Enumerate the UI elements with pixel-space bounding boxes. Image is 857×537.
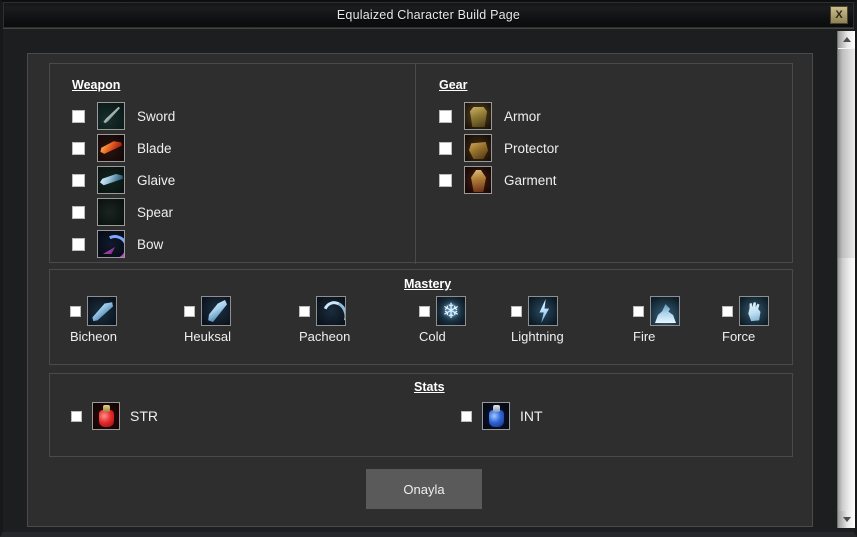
checkbox-garment[interactable]	[439, 173, 452, 187]
weapon-option-bow[interactable]: Bow	[72, 228, 175, 260]
gear-option-armor[interactable]: Armor	[439, 100, 559, 132]
title-bar: Equlaized Character Build Page X	[3, 2, 854, 30]
weapon-legend: Weapon	[72, 78, 121, 92]
checkbox-protector[interactable]	[439, 141, 452, 155]
checkbox-sword[interactable]	[72, 109, 85, 123]
mastery-option-pacheon[interactable]: Pacheon	[299, 296, 409, 344]
weapon-label-sword: Sword	[137, 108, 176, 124]
weapon-label-glaive: Glaive	[137, 172, 176, 188]
weapon-label-blade: Blade	[137, 140, 172, 156]
mastery-legend: Mastery	[404, 277, 452, 291]
scroll-up-button[interactable]	[838, 31, 855, 48]
weapon-gear-group: Weapon Sword Blade Glaive Spear Bow Gear…	[49, 63, 793, 264]
spear-icon	[97, 198, 125, 226]
mastery-option-force[interactable]: Force	[722, 296, 832, 344]
lightning-icon	[528, 296, 558, 326]
stats-label-str: STR	[130, 408, 158, 424]
mastery-row: Bicheon Heuksal Pacheon ❄ Cold Lightning…	[50, 296, 794, 358]
stats-label-int: INT	[520, 408, 543, 424]
scroll-down-button[interactable]	[838, 511, 855, 528]
game-window: Equlaized Character Build Page X Weapon	[0, 0, 857, 537]
checkbox-armor[interactable]	[439, 109, 452, 123]
checkbox-glaive[interactable]	[72, 173, 85, 187]
checkbox-heuksal[interactable]	[184, 305, 195, 317]
glaive-icon	[97, 166, 125, 194]
int-potion-icon	[482, 402, 510, 430]
mastery-label-lightning: Lightning	[511, 329, 564, 344]
mastery-label-heuksal: Heuksal	[184, 329, 231, 344]
checkbox-pacheon[interactable]	[299, 305, 310, 317]
sword-icon	[97, 102, 125, 130]
stats-option-str[interactable]: STR	[71, 402, 158, 430]
submit-button[interactable]: Onayla	[366, 469, 482, 509]
armor-icon	[464, 102, 492, 130]
checkbox-cold[interactable]	[419, 305, 430, 317]
vertical-scrollbar[interactable]	[837, 31, 855, 528]
checkbox-blade[interactable]	[72, 141, 85, 155]
mastery-label-pacheon: Pacheon	[299, 329, 351, 344]
gear-column: Gear Armor Protector Garment	[439, 64, 559, 196]
protector-icon	[464, 134, 492, 162]
checkbox-int[interactable]	[461, 410, 472, 422]
checkbox-spear[interactable]	[72, 205, 85, 219]
stats-option-int[interactable]: INT	[461, 402, 543, 430]
mastery-option-bicheon[interactable]: Bicheon	[70, 296, 180, 344]
mastery-label-bicheon: Bicheon	[70, 329, 117, 344]
force-icon	[739, 296, 769, 326]
cold-icon	[436, 296, 466, 326]
checkbox-force[interactable]	[722, 305, 733, 317]
close-icon: X	[835, 8, 843, 21]
checkbox-str[interactable]	[71, 410, 82, 422]
str-potion-icon	[92, 402, 120, 430]
mastery-label-force: Force	[722, 329, 756, 344]
scrollbar-track[interactable]	[838, 258, 855, 511]
pacheon-icon	[316, 296, 346, 326]
mastery-group: Mastery Bicheon Heuksal Pacheon ❄ Cold L…	[49, 269, 793, 365]
checkbox-lightning[interactable]	[511, 305, 522, 317]
blade-icon	[97, 134, 125, 162]
weapon-option-sword[interactable]: Sword	[72, 100, 175, 132]
chevron-down-icon	[842, 517, 851, 522]
weapon-column: Weapon Sword Blade Glaive Spear Bow	[72, 64, 175, 260]
checkbox-fire[interactable]	[633, 305, 644, 317]
gear-label-armor: Armor	[504, 108, 541, 124]
chevron-up-icon	[842, 37, 851, 42]
heuksal-icon	[201, 296, 231, 326]
bicheon-icon	[87, 296, 117, 326]
bow-icon	[97, 230, 125, 258]
gear-label-garment: Garment	[504, 172, 557, 188]
weapon-label-bow: Bow	[137, 236, 164, 252]
weapon-option-blade[interactable]: Blade	[72, 132, 175, 164]
stats-group: Stats STR INT	[49, 373, 793, 457]
content-panel: Weapon Sword Blade Glaive Spear Bow Gear…	[27, 53, 813, 527]
checkbox-bicheon[interactable]	[70, 305, 81, 317]
window-title: Equlaized Character Build Page	[336, 8, 521, 22]
checkbox-bow[interactable]	[72, 237, 85, 251]
gear-legend: Gear	[439, 78, 468, 92]
scrollbar-thumb[interactable]	[838, 48, 855, 259]
gear-option-garment[interactable]: Garment	[439, 164, 559, 196]
gear-label-protector: Protector	[504, 140, 559, 156]
garment-icon	[464, 166, 492, 194]
fire-icon	[650, 296, 680, 326]
weapon-label-spear: Spear	[137, 204, 174, 220]
weapon-option-glaive[interactable]: Glaive	[72, 164, 175, 196]
weapon-option-spear[interactable]: Spear	[72, 196, 175, 228]
close-button[interactable]: X	[830, 6, 848, 24]
gear-option-protector[interactable]: Protector	[439, 132, 559, 164]
stats-legend: Stats	[414, 380, 445, 394]
column-divider	[415, 64, 416, 264]
mastery-option-lightning[interactable]: Lightning	[511, 296, 621, 344]
mastery-option-heuksal[interactable]: Heuksal	[184, 296, 294, 344]
